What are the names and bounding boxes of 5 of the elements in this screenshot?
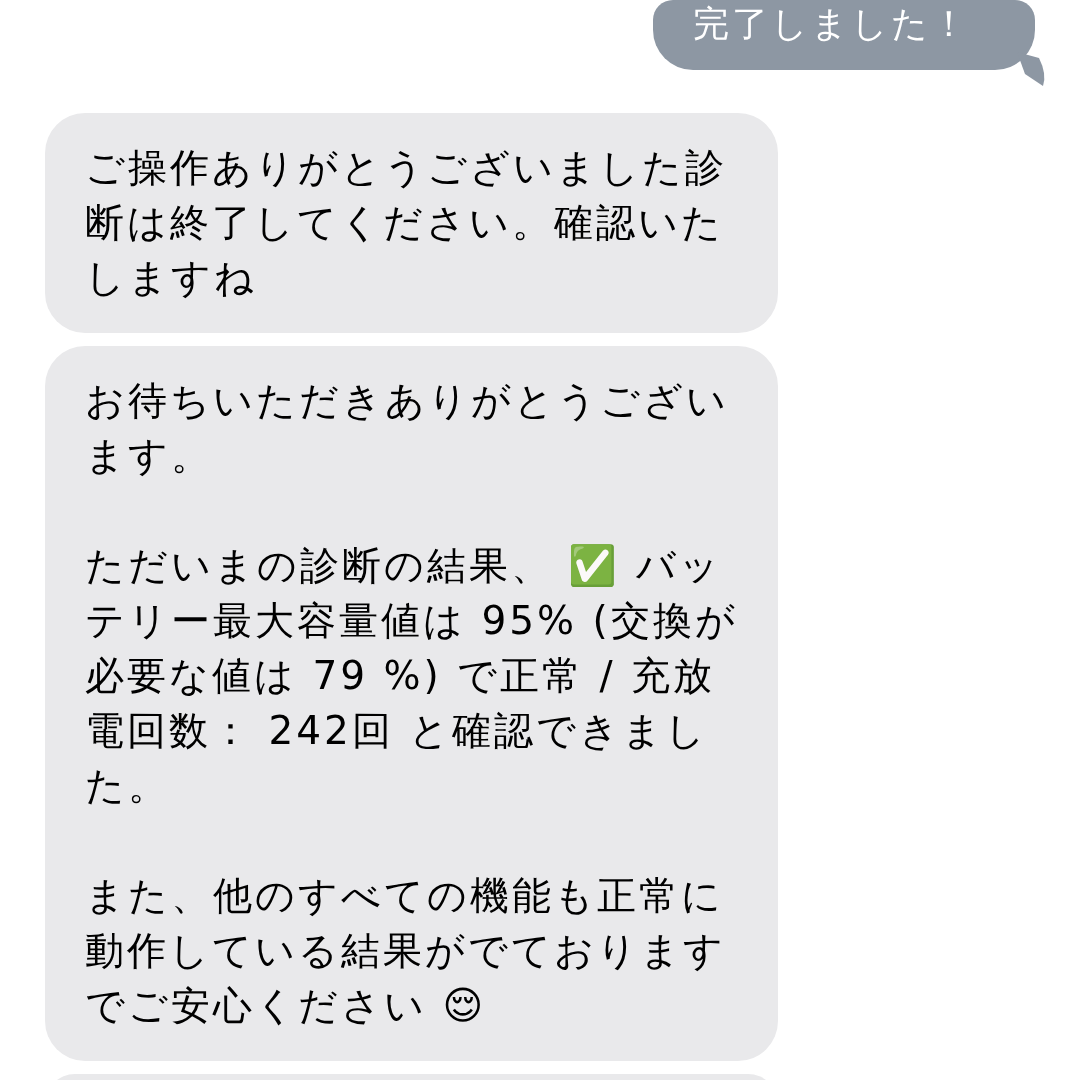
message-text: ただいまの診断の結果、 ✅ バッテリー最大容量値は 95% (交換が必要な値は 79 %) で正常 / 充放電回数： 242回 と確認できました。 [85, 542, 739, 810]
message-text: また、他のすべての機能も正常に動作している結果がでておりますでご安心ください 😌 [85, 872, 727, 1030]
message-text: 完了しました！ [693, 2, 971, 46]
message-text: お待ちいただきありがとうございます。 [85, 377, 730, 480]
message-text: ご操作ありがとうございました診断は終了してください。確認いたしますね [85, 144, 728, 302]
